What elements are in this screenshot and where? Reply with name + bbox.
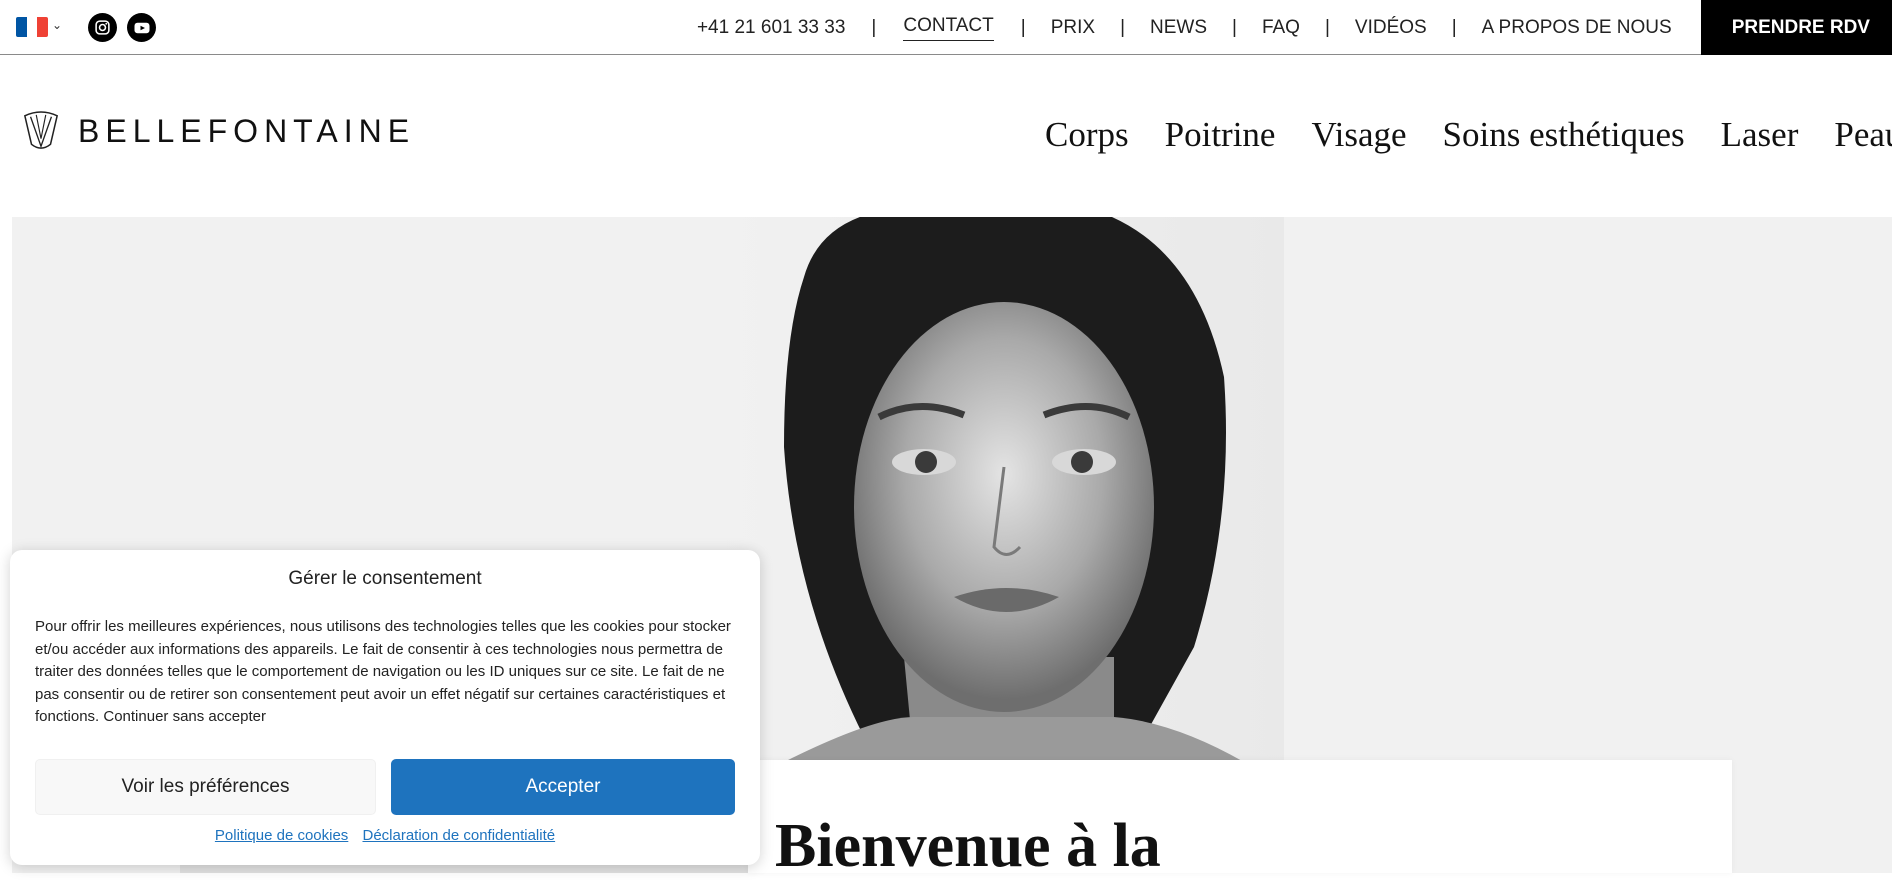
cookie-consent-dialog: Gérer le consentement Pour offrir les me… [10,550,760,865]
phone-link[interactable]: +41 21 601 33 33 [672,17,871,39]
welcome-heading: Bienvenue à la [775,812,1161,880]
consent-body-text: Pour offrir les meilleures expériences, … [35,618,731,725]
utility-nav: +41 21 601 33 33 | CONTACT | PRIX | NEWS… [672,0,1892,55]
privacy-statement-link[interactable]: Déclaration de confidentialité [362,827,555,844]
chevron-down-icon[interactable]: ⌄ [52,18,62,32]
consent-title: Gérer le consentement [288,568,482,589]
nav-link-contact[interactable]: CONTACT [903,15,994,41]
main-nav-soins[interactable]: Soins esthétiques [1443,115,1685,155]
main-nav-laser[interactable]: Laser [1721,115,1799,155]
separator: | [871,16,877,38]
nav-link-prix[interactable]: PRIX [1026,17,1120,39]
nav-link-news[interactable]: NEWS [1125,17,1232,39]
youtube-icon[interactable] [127,13,156,42]
accept-button[interactable]: Accepter [391,759,735,815]
brand-logo[interactable]: BELLEFONTAINE [22,110,415,152]
book-appointment-button[interactable]: PRENDRE RDV [1700,0,1892,55]
main-nav-corps[interactable]: Corps [1045,115,1129,155]
logo-mark-icon [23,111,59,149]
main-nav-poitrine[interactable]: Poitrine [1165,115,1276,155]
consent-links: Politique de cookies Déclaration de conf… [10,827,760,844]
cookie-policy-link[interactable]: Politique de cookies [215,827,348,844]
main-nav: Corps Poitrine Visage Soins esthétiques … [1045,115,1892,155]
nav-link-about[interactable]: A PROPOS DE NOUS [1457,17,1697,39]
main-nav-peau[interactable]: Peau [1834,115,1892,155]
brand-name: BELLEFONTAINE [78,112,416,149]
top-bar: ⌄ +41 21 601 33 33 | CONTACT | PRIX | NE… [0,0,1892,55]
instagram-icon[interactable] [88,13,117,42]
language-flag-icon[interactable] [16,17,48,37]
main-nav-visage[interactable]: Visage [1311,115,1406,155]
nav-link-faq[interactable]: FAQ [1237,17,1325,39]
hero-portrait-image [724,217,1284,762]
view-preferences-button[interactable]: Voir les préférences [35,759,376,815]
nav-link-videos[interactable]: VIDÉOS [1330,17,1452,39]
